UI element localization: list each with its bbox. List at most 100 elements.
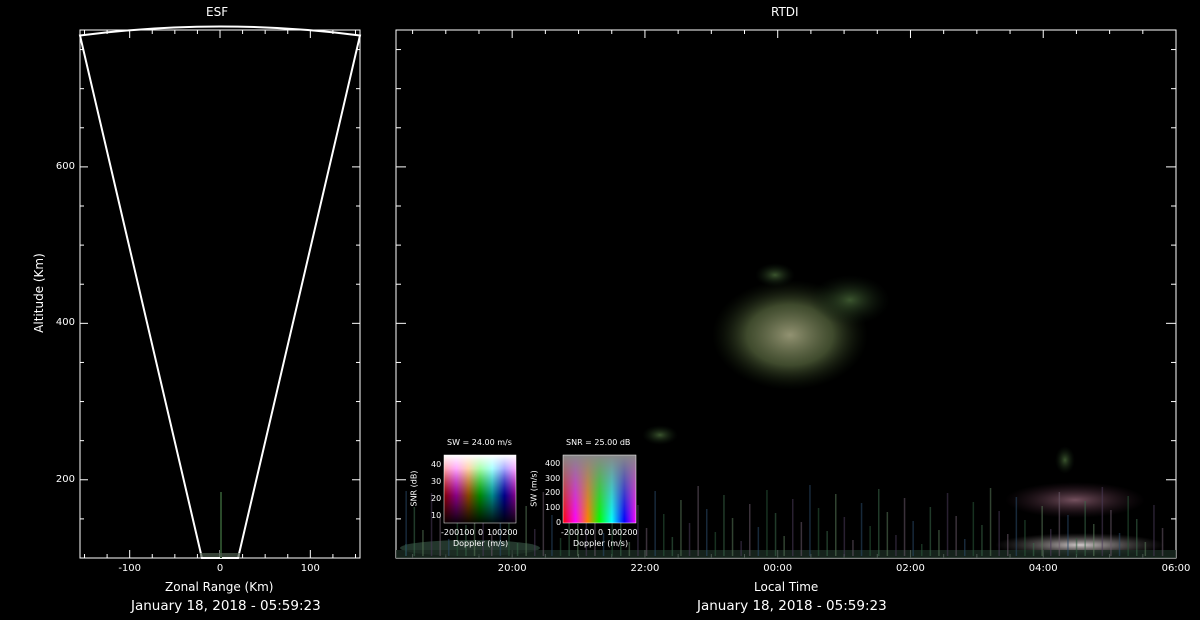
rtdi-echo-streak bbox=[671, 537, 674, 556]
rtdi-echo-streak bbox=[843, 517, 846, 556]
rtdi-echo-streak bbox=[800, 522, 803, 556]
esf-frame bbox=[79, 29, 361, 559]
sw-legend-dark bbox=[444, 455, 516, 523]
rtdi-date: January 18, 2018 - 05:59:23 bbox=[697, 598, 887, 614]
snr-legend-xtick: 0 bbox=[598, 528, 604, 537]
rtdi-echo-streak bbox=[1093, 524, 1095, 556]
snr-legend-ytick: 0 bbox=[556, 518, 562, 527]
sw-legend-ytick: 40 bbox=[431, 460, 442, 469]
rtdi-echo-streak bbox=[714, 532, 717, 556]
rtdi-echo-streak bbox=[731, 518, 734, 556]
rtdi-echo-streak bbox=[740, 541, 742, 556]
esf-coverage-fan bbox=[78, 25, 362, 559]
rtdi-echo-streak bbox=[946, 493, 949, 556]
snr-legend-xlabel: Doppler (m/s) bbox=[573, 539, 629, 548]
sw-legend-ylabel: SNR (dB) bbox=[409, 470, 419, 507]
rtdi-echo-streak bbox=[1153, 505, 1155, 556]
rtdi-echo-streak bbox=[929, 507, 932, 556]
rtdi-echo-streak bbox=[783, 536, 785, 556]
rtdi-echo-streak bbox=[972, 502, 975, 556]
esf-y-tick-label: 200 bbox=[55, 473, 75, 485]
rtdi-echo-streak bbox=[697, 486, 699, 556]
snr-legend-xtick: 100200 bbox=[607, 528, 638, 537]
rtdi-echo-streak bbox=[1058, 492, 1061, 556]
rtdi-echo-streak bbox=[448, 539, 450, 556]
rtdi-echo-streak bbox=[706, 509, 708, 556]
sw-legend-ytick: 30 bbox=[431, 477, 442, 486]
rtdi-echo-streak bbox=[989, 488, 992, 556]
esf-x-tick-label: -100 bbox=[118, 563, 142, 574]
rtdi-echo-streak bbox=[749, 504, 751, 556]
plot-canvas bbox=[78, 25, 1177, 559]
rtdi-echo-streak bbox=[1007, 534, 1009, 556]
rtdi-echo-streak bbox=[792, 499, 794, 556]
rtdi-x-tick-label: 00:00 bbox=[763, 563, 793, 574]
rtdi-echo-streak bbox=[1127, 496, 1129, 556]
snr-legend-ytick: 300 bbox=[545, 474, 561, 483]
esf-xlabel: Zonal Range (Km) bbox=[165, 580, 274, 594]
rtdi-echo-streak bbox=[938, 530, 940, 556]
rtdi-echo-streak bbox=[508, 520, 510, 556]
rtdi-echo-streak bbox=[1050, 529, 1052, 556]
rtdi-echo-streak bbox=[628, 542, 631, 556]
rtdi-xlabel: Local Time bbox=[754, 580, 819, 594]
rtdi-echo-streak bbox=[860, 503, 863, 556]
rtdi-echo-streak bbox=[1136, 519, 1138, 556]
rtdi-echo-streak bbox=[826, 531, 828, 556]
rtdi-echo-streak bbox=[774, 513, 777, 556]
rtdi-echo-streak bbox=[542, 492, 545, 556]
rtdi-echo-streak bbox=[809, 485, 811, 556]
rtdi-echo-streak bbox=[757, 527, 760, 556]
rtdi-echo-streak bbox=[1118, 533, 1121, 556]
rtdi-x-tick-label: 04:00 bbox=[1028, 563, 1058, 574]
rtdi-echo-streak bbox=[645, 528, 648, 556]
rtdi-echo-streak bbox=[921, 544, 923, 556]
rtdi-echo-streak bbox=[723, 495, 725, 556]
snr-legend-grey bbox=[563, 455, 636, 523]
rtdi-echo-streak bbox=[964, 539, 966, 556]
snr-legend-ytick: 400 bbox=[545, 459, 561, 468]
rtdi-echo-streak bbox=[688, 523, 691, 556]
rtdi-echo-streak bbox=[766, 490, 768, 556]
rtdi-echo-streak bbox=[1075, 538, 1078, 556]
rtdi-echo-streak bbox=[534, 529, 536, 556]
sw-legend-ytick: 20 bbox=[431, 494, 442, 503]
sw-legend-xtick: 0 bbox=[478, 528, 484, 537]
rtdi-echo-streak bbox=[413, 507, 416, 556]
snr-legend-ylabel: SW (m/s) bbox=[529, 470, 539, 507]
esf-minor-ticks bbox=[80, 30, 360, 558]
rtdi-echo-streak bbox=[835, 494, 837, 556]
esf-x-tick-label: 100 bbox=[300, 563, 320, 574]
snr-legend-ytick: 100 bbox=[545, 503, 561, 512]
snr-legend bbox=[562, 454, 637, 524]
sw-legend-xtick: 100200 bbox=[487, 528, 518, 537]
rtdi-x-tick-label: 06:00 bbox=[1161, 563, 1191, 574]
esf-echo-trace bbox=[220, 492, 222, 558]
snr-legend-ytick: 200 bbox=[545, 488, 561, 497]
sw-legend-xlabel: Doppler (m/s) bbox=[453, 539, 509, 548]
rtdi-echo-streak bbox=[1101, 487, 1104, 556]
rtdi-echo-streak bbox=[559, 538, 562, 556]
rtdi-echo-streak bbox=[551, 515, 553, 556]
rtdi-echo-streak bbox=[1032, 543, 1035, 556]
rtdi-echo-streak bbox=[912, 521, 914, 556]
esf-x-tick-label: 0 bbox=[216, 563, 224, 574]
esf-ylabel: Altitude (Km) bbox=[32, 253, 46, 333]
rtdi-echo-streak bbox=[852, 540, 854, 556]
sw-legend bbox=[443, 454, 517, 524]
rtdi-echo-streak bbox=[516, 543, 519, 556]
rtdi-echo-streak bbox=[817, 508, 820, 556]
snr-legend-xtick: -200100 bbox=[561, 528, 595, 537]
rtdi-echo-streak bbox=[1024, 520, 1026, 556]
rtdi-echo-streak bbox=[1041, 506, 1043, 556]
rtdi-echo-streak bbox=[1144, 542, 1147, 556]
rtdi-echo-streak bbox=[654, 491, 656, 556]
rtdi-echo-streak bbox=[955, 516, 957, 556]
rtdi-echo-streak bbox=[981, 525, 983, 556]
rtdi-x-tick-label: 02:00 bbox=[896, 563, 925, 574]
sw-legend-xtick: -200100 bbox=[441, 528, 475, 537]
esf-echo-base bbox=[200, 553, 240, 557]
rtdi-echo-streak bbox=[886, 512, 889, 556]
rtdi-echo-streak bbox=[1015, 497, 1018, 556]
rtdi-echo-streak bbox=[1110, 510, 1112, 556]
